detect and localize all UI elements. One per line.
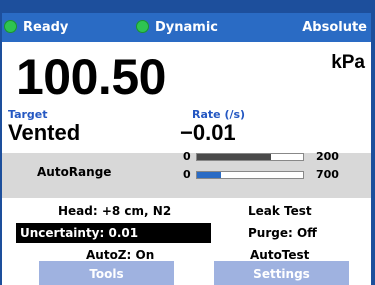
rate-value: −0.01	[180, 120, 236, 145]
uncertainty-field[interactable]: Uncertainty: 0.01	[16, 223, 211, 243]
settings-button[interactable]: Settings	[214, 261, 349, 285]
mode-status: Dynamic	[136, 13, 218, 42]
ready-label: Ready	[23, 20, 69, 35]
leak-test-button[interactable]: Leak Test	[248, 204, 312, 218]
range2-bar	[196, 171, 304, 179]
target-value[interactable]: Vented	[8, 120, 80, 146]
autotest-button[interactable]: AutoTest	[250, 248, 309, 262]
head-correction[interactable]: Head: +8 cm, N2	[58, 204, 171, 218]
mode-label: Dynamic	[155, 20, 219, 35]
pressure-unit: kPa	[331, 52, 365, 73]
range1-bar	[196, 153, 304, 161]
mode-led-icon	[136, 20, 149, 33]
ready-led-icon	[4, 20, 17, 33]
purge-setting[interactable]: Purge: Off	[248, 226, 317, 240]
tools-button[interactable]: Tools	[39, 261, 174, 285]
range1-min: 0	[183, 150, 191, 163]
range2-bar-fill	[197, 172, 222, 178]
uncertainty-text: Uncertainty: 0.01	[20, 226, 139, 240]
reference-label: Absolute	[302, 20, 367, 35]
ready-status: Ready	[4, 13, 68, 42]
autorange-label: AutoRange	[37, 165, 112, 179]
range2-min: 0	[183, 168, 191, 181]
range1-bar-fill	[197, 154, 272, 160]
autozero-setting[interactable]: AutoZ: On	[86, 248, 154, 262]
status-bar: Ready Dynamic Absolute	[2, 13, 371, 42]
range2-max: 700	[316, 168, 339, 181]
reference-status: Absolute	[302, 13, 367, 42]
pressure-reading: 100.50	[16, 49, 166, 105]
display-screen: Ready Dynamic Absolute 100.50 kPa Target…	[2, 13, 371, 285]
range1-max: 200	[316, 150, 339, 163]
